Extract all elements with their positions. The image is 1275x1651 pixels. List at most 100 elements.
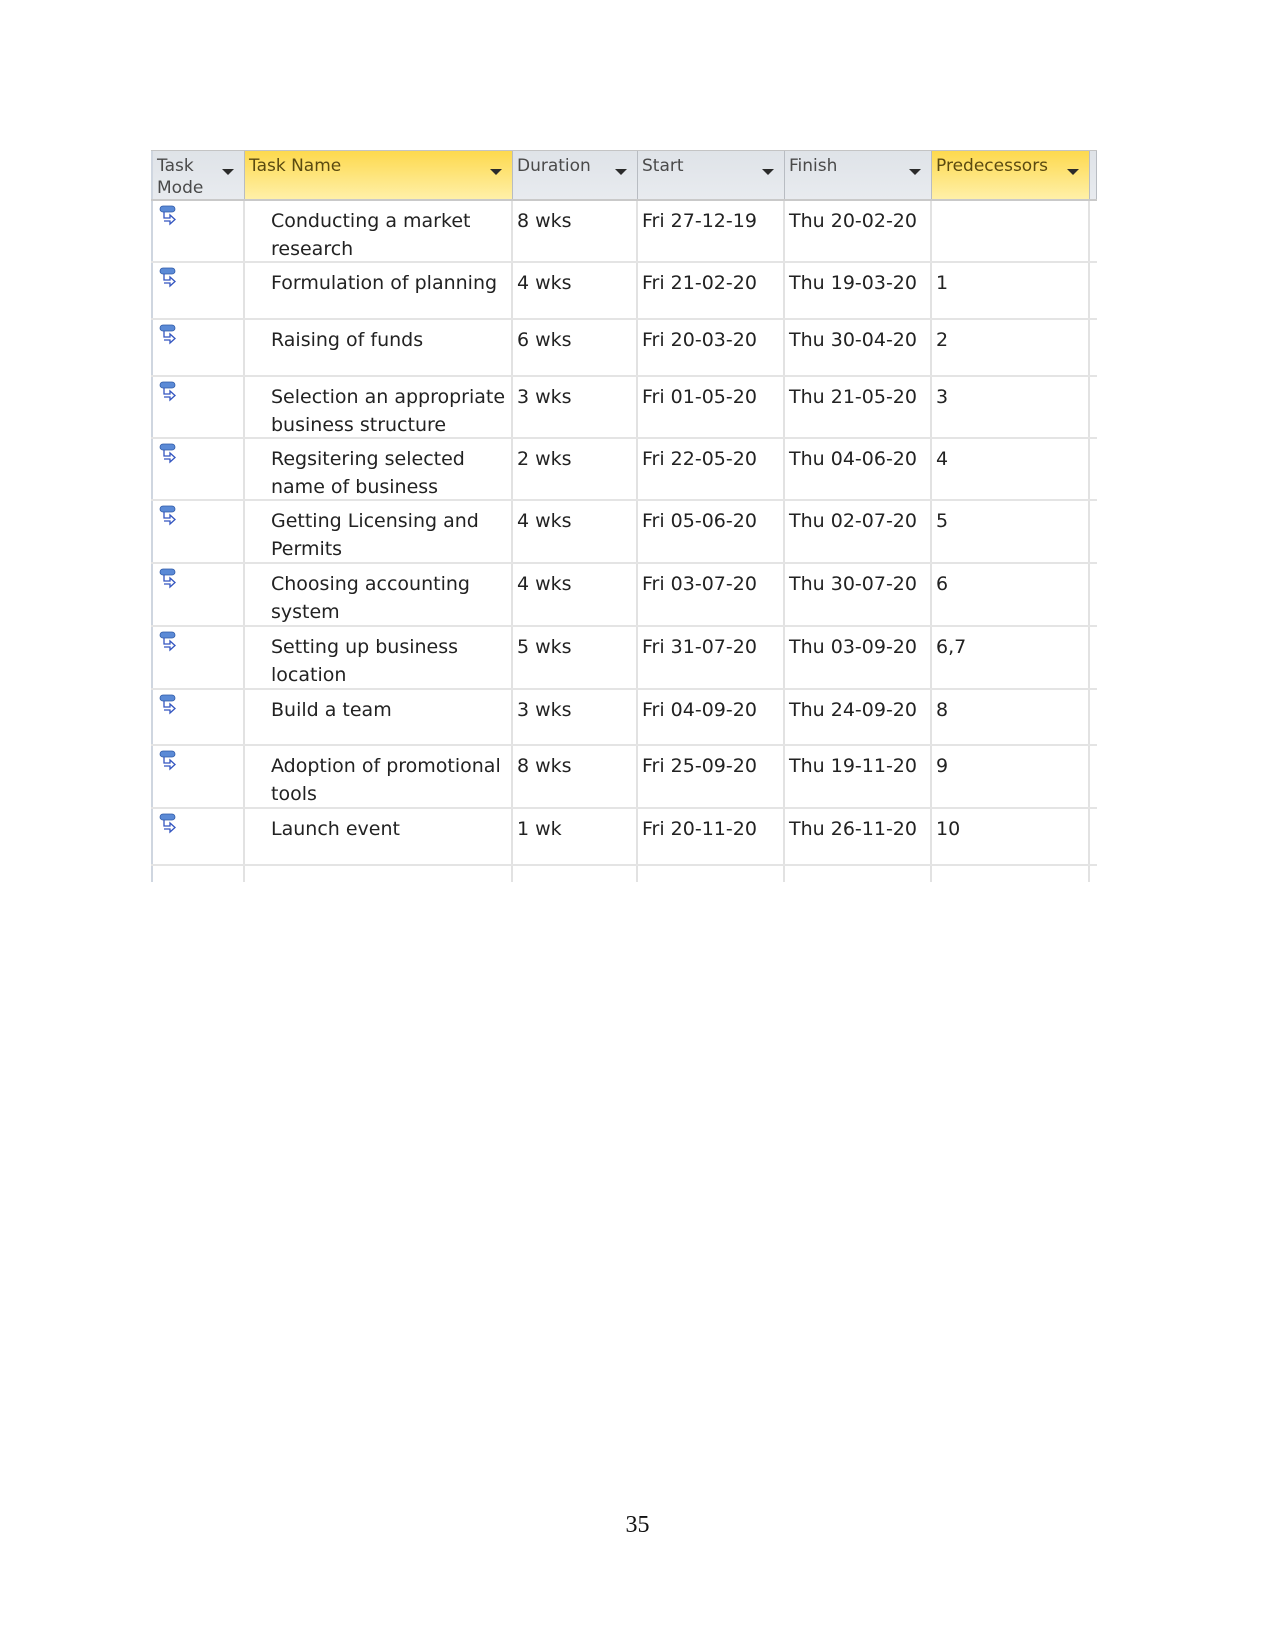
finish-cell[interactable]: Thu 20-02-20 xyxy=(785,201,932,261)
start-cell[interactable]: Fri 04-09-20 xyxy=(638,690,785,744)
header-task-name[interactable]: Task Name xyxy=(245,151,513,199)
predecessors-cell[interactable]: 2 xyxy=(932,320,1090,375)
table-row[interactable]: Selection an appropriate business struct… xyxy=(151,377,1097,439)
predecessors-cell[interactable]: 4 xyxy=(932,439,1090,499)
task-name-cell[interactable]: Raising of funds xyxy=(245,320,513,375)
start-cell[interactable]: Fri 21-02-20 xyxy=(638,263,785,318)
finish-cell[interactable]: Thu 19-03-20 xyxy=(785,263,932,318)
duration-cell[interactable]: 8 wks xyxy=(513,746,638,807)
predecessors-cell[interactable]: 8 xyxy=(932,690,1090,744)
start-cell[interactable]: Fri 22-05-20 xyxy=(638,439,785,499)
predecessors-cell[interactable]: 1 xyxy=(932,263,1090,318)
task-mode-cell[interactable] xyxy=(151,564,245,625)
header-start[interactable]: Start xyxy=(638,151,785,199)
task-name-cell[interactable]: Build a team xyxy=(245,690,513,744)
finish-cell[interactable]: Thu 30-07-20 xyxy=(785,564,932,625)
table-row[interactable]: Adoption of promotional tools 8 wks Fri 25… xyxy=(151,746,1097,809)
task-name-cell[interactable]: Launch event xyxy=(245,809,513,864)
task-mode-cell[interactable] xyxy=(151,320,245,375)
task-name-cell[interactable]: Choosing accounting system xyxy=(245,564,513,625)
duration-cell[interactable]: 3 wks xyxy=(513,377,638,437)
task-mode-cell[interactable] xyxy=(151,263,245,318)
task-name-cell[interactable]: Conducting a market research xyxy=(245,201,513,261)
header-task-mode[interactable]: Task Mode xyxy=(151,151,245,199)
predecessors-cell[interactable]: 9 xyxy=(932,746,1090,807)
header-next-column[interactable] xyxy=(1090,151,1097,199)
task-mode-cell[interactable] xyxy=(151,201,245,261)
duration-cell[interactable]: 4 wks xyxy=(513,501,638,562)
table-row[interactable]: Getting Licensing and Permits 4 wks Fri 05… xyxy=(151,501,1097,564)
task-name-cell[interactable]: Setting up business location xyxy=(245,627,513,688)
duration-cell[interactable]: 8 wks xyxy=(513,201,638,261)
empty-cell[interactable] xyxy=(151,866,245,882)
start-cell[interactable]: Fri 27-12-19 xyxy=(638,201,785,261)
dropdown-arrow-icon[interactable] xyxy=(222,169,234,175)
dropdown-arrow-icon[interactable] xyxy=(909,169,921,175)
predecessors-cell[interactable]: 10 xyxy=(932,809,1090,864)
empty-cell[interactable] xyxy=(513,866,638,882)
start-cell[interactable]: Fri 05-06-20 xyxy=(638,501,785,562)
task-mode-cell[interactable] xyxy=(151,501,245,562)
duration-cell[interactable]: 3 wks xyxy=(513,690,638,744)
predecessors-cell[interactable]: 6 xyxy=(932,564,1090,625)
duration-cell[interactable]: 1 wk xyxy=(513,809,638,864)
finish-cell[interactable]: Thu 04-06-20 xyxy=(785,439,932,499)
finish-cell[interactable]: Thu 24-09-20 xyxy=(785,690,932,744)
start-cell[interactable]: Fri 31-07-20 xyxy=(638,627,785,688)
task-name-cell[interactable]: Adoption of promotional tools xyxy=(245,746,513,807)
empty-cell[interactable] xyxy=(245,866,513,882)
finish-cell[interactable]: Thu 30-04-20 xyxy=(785,320,932,375)
predecessors-cell[interactable]: 3 xyxy=(932,377,1090,437)
predecessors-cell[interactable]: 5 xyxy=(932,501,1090,562)
header-predecessors[interactable]: Predecessors xyxy=(932,151,1090,199)
start-cell[interactable]: Fri 20-11-20 xyxy=(638,809,785,864)
dropdown-arrow-icon[interactable] xyxy=(1067,169,1079,175)
duration-cell[interactable]: 4 wks xyxy=(513,263,638,318)
finish-cell[interactable]: Thu 21-05-20 xyxy=(785,377,932,437)
task-mode-cell[interactable] xyxy=(151,627,245,688)
duration-cell[interactable]: 6 wks xyxy=(513,320,638,375)
finish-cell[interactable]: Thu 03-09-20 xyxy=(785,627,932,688)
table-row[interactable]: Raising of funds 6 wks Fri 20-03-20 Thu 30-… xyxy=(151,320,1097,377)
start-cell[interactable]: Fri 20-03-20 xyxy=(638,320,785,375)
empty-cell[interactable] xyxy=(638,866,785,882)
predecessors-text: 6 xyxy=(936,573,949,595)
task-mode-cell[interactable] xyxy=(151,439,245,499)
task-name-cell[interactable]: Regsitering selected name of business xyxy=(245,439,513,499)
finish-cell[interactable]: Thu 26-11-20 xyxy=(785,809,932,864)
empty-cell[interactable] xyxy=(932,866,1090,882)
predecessors-text: 9 xyxy=(936,755,949,777)
start-cell[interactable]: Fri 01-05-20 xyxy=(638,377,785,437)
table-row[interactable]: Build a team 3 wks Fri 04-09-20 Thu 24-09-2… xyxy=(151,690,1097,746)
header-finish[interactable]: Finish xyxy=(785,151,932,199)
next-column-cell xyxy=(1090,627,1097,688)
start-cell[interactable]: Fri 25-09-20 xyxy=(638,746,785,807)
header-duration[interactable]: Duration xyxy=(513,151,638,199)
task-name-cell[interactable]: Getting Licensing and Permits xyxy=(245,501,513,562)
finish-cell[interactable]: Thu 02-07-20 xyxy=(785,501,932,562)
table-row[interactable]: Regsitering selected name of business 2 w… xyxy=(151,439,1097,501)
task-mode-cell[interactable] xyxy=(151,690,245,744)
duration-cell[interactable]: 2 wks xyxy=(513,439,638,499)
table-row[interactable]: Launch event 1 wk Fri 20-11-20 Thu 26-11-20… xyxy=(151,809,1097,866)
table-row[interactable]: Conducting a market research 8 wks Fri 27-… xyxy=(151,201,1097,263)
table-row[interactable]: Formulation of planning 4 wks Fri 21-02-20… xyxy=(151,263,1097,320)
task-mode-cell[interactable] xyxy=(151,746,245,807)
table-row[interactable]: Choosing accounting system 4 wks Fri 03-07… xyxy=(151,564,1097,627)
empty-cell[interactable] xyxy=(785,866,932,882)
task-name-cell[interactable]: Selection an appropriate business struct… xyxy=(245,377,513,437)
dropdown-arrow-icon[interactable] xyxy=(615,169,627,175)
task-mode-cell[interactable] xyxy=(151,377,245,437)
task-mode-cell[interactable] xyxy=(151,809,245,864)
duration-cell[interactable]: 5 wks xyxy=(513,627,638,688)
duration-text: 4 wks xyxy=(517,573,572,595)
predecessors-cell[interactable] xyxy=(932,201,1090,261)
task-name-cell[interactable]: Formulation of planning xyxy=(245,263,513,318)
duration-cell[interactable]: 4 wks xyxy=(513,564,638,625)
finish-cell[interactable]: Thu 19-11-20 xyxy=(785,746,932,807)
start-cell[interactable]: Fri 03-07-20 xyxy=(638,564,785,625)
table-row[interactable]: Setting up business location 5 wks Fri 31-… xyxy=(151,627,1097,690)
predecessors-cell[interactable]: 6,7 xyxy=(932,627,1090,688)
dropdown-arrow-icon[interactable] xyxy=(490,169,502,175)
dropdown-arrow-icon[interactable] xyxy=(762,169,774,175)
